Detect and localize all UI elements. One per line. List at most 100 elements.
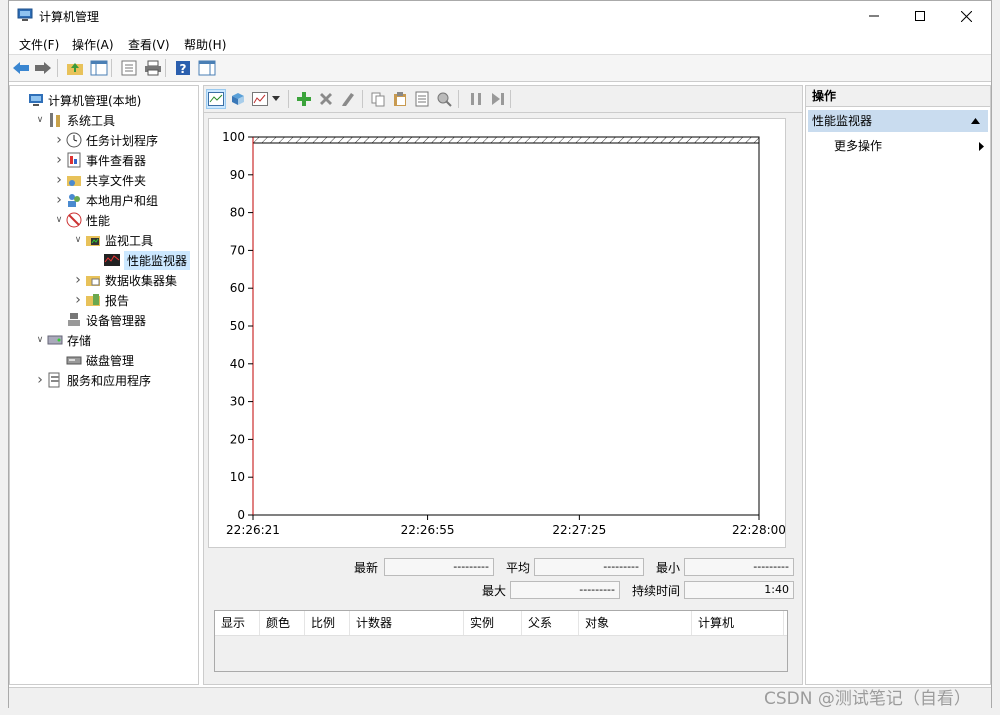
tree-item-label: 存储 [67, 333, 92, 348]
forward-button[interactable] [33, 58, 53, 78]
shared-folders-icon [67, 176, 81, 186]
paste-counter-list-button[interactable] [390, 89, 410, 109]
forward-arrow-icon [35, 62, 51, 74]
col-scale[interactable]: 比例 [305, 611, 350, 635]
menu-action[interactable]: 操作(A) [72, 36, 114, 53]
menu-help[interactable]: 帮助(H) [184, 36, 226, 53]
tree-item[interactable]: ∨ 系统工具 [33, 110, 115, 130]
counter-list[interactable]: 显示 颜色 比例 计数器 实例 父系 对象 计算机 [214, 610, 788, 672]
expand-chevron-icon[interactable]: › [71, 272, 85, 288]
copy-properties-button[interactable] [368, 89, 388, 109]
col-show[interactable]: 显示 [215, 611, 260, 635]
freeze-display-button[interactable] [466, 89, 486, 109]
tree-item[interactable]: › 共享文件夹 [52, 170, 146, 190]
chart-top-band [252, 136, 760, 144]
update-data-button[interactable] [488, 89, 508, 109]
x-tick-label: 22:26:55 [401, 523, 455, 537]
expand-chevron-icon[interactable]: › [52, 172, 66, 188]
minimize-icon [869, 15, 879, 17]
up-level-button[interactable] [65, 58, 85, 78]
collapse-chevron-icon[interactable]: ∨ [33, 115, 47, 125]
print-button[interactable] [143, 58, 163, 78]
add-counter-button[interactable] [294, 89, 314, 109]
y-tick-label: 30 [230, 395, 245, 409]
actions-section-label: 性能监视器 [812, 114, 873, 128]
minimize-button[interactable] [851, 1, 897, 31]
computer-management-icon [29, 94, 43, 106]
tree-item-label: 数据收集器集 [105, 273, 178, 288]
last-label: 最新 [354, 561, 379, 575]
disk-management-icon [66, 356, 82, 365]
expand-chevron-icon[interactable]: › [52, 132, 66, 148]
tree-item[interactable]: ∨ 性能 [52, 210, 110, 230]
tree-item[interactable]: 计算机管理(本地) [14, 90, 141, 110]
expand-chevron-icon[interactable]: › [33, 372, 47, 388]
more-actions-item[interactable]: 更多操作 [834, 136, 986, 156]
collapse-chevron-icon[interactable]: ∨ [33, 335, 47, 345]
action-pane-button[interactable] [197, 58, 217, 78]
y-tick-label: 10 [230, 470, 245, 484]
help-button[interactable]: ? [173, 58, 193, 78]
tree-item[interactable]: › 本地用户和组 [52, 190, 158, 210]
tree-item-label: 性能监视器 [124, 250, 191, 270]
minimum-label: 最小 [656, 561, 681, 575]
y-tick-label: 80 [230, 206, 245, 220]
change-graph-type-button[interactable] [250, 89, 270, 109]
tree-item-label: 监视工具 [105, 233, 154, 248]
tree-item[interactable]: › 报告 [71, 290, 129, 310]
y-tick-label: 100 [222, 130, 245, 144]
tree-item[interactable]: › 服务和应用程序 [33, 370, 151, 390]
graph-type-icon [252, 92, 268, 106]
back-button[interactable] [11, 58, 31, 78]
chart-view-icon [208, 92, 224, 106]
maximize-button[interactable] [897, 1, 943, 31]
menu-file[interactable]: 文件(F) [19, 36, 59, 53]
tree-item[interactable]: › 事件查看器 [52, 150, 146, 170]
properties-button[interactable] [119, 58, 139, 78]
col-color[interactable]: 颜色 [260, 611, 305, 635]
tree-item[interactable]: ∨ 监视工具 [71, 230, 153, 250]
tree-item[interactable]: › 数据收集器集 [71, 270, 177, 290]
view-current-activity-button[interactable] [206, 89, 226, 109]
highlight-button[interactable] [338, 89, 358, 109]
menu-bar: 文件(F) 操作(A) 查看(V) 帮助(H) [9, 32, 991, 55]
col-computer[interactable]: 计算机 [692, 611, 784, 635]
properties-perf-button[interactable] [412, 89, 432, 109]
magnifier-icon [437, 92, 452, 107]
show-hide-tree-button[interactable] [89, 58, 109, 78]
view-log-data-button[interactable] [228, 89, 248, 109]
actions-pane: 操作 性能监视器 更多操作 [805, 85, 991, 685]
tree-item-label: 系统工具 [67, 113, 116, 128]
col-instance[interactable]: 实例 [464, 611, 522, 635]
expand-chevron-icon[interactable]: › [71, 292, 85, 308]
expand-chevron-icon[interactable]: › [52, 192, 66, 208]
tree-item[interactable]: 设备管理器 [52, 310, 146, 330]
duration-label: 持续时间 [632, 584, 681, 598]
graph-type-dropdown[interactable] [270, 89, 282, 109]
printer-icon [145, 60, 161, 76]
expand-chevron-icon[interactable]: › [52, 152, 66, 168]
x-tick-label: 22:26:21 [226, 523, 280, 537]
actions-header: 操作 [806, 86, 990, 107]
collapse-chevron-icon[interactable]: ∨ [52, 215, 66, 225]
tree-item[interactable]: 性能监视器 [90, 250, 191, 270]
col-object[interactable]: 对象 [579, 611, 692, 635]
close-button[interactable] [943, 1, 989, 31]
col-counter[interactable]: 计数器 [350, 611, 464, 635]
y-tick-label: 50 [230, 319, 245, 333]
task-scheduler-icon [66, 132, 82, 148]
tree-item[interactable]: › 任务计划程序 [52, 130, 158, 150]
col-parent[interactable]: 父系 [522, 611, 579, 635]
delete-counter-button[interactable] [316, 89, 336, 109]
perf-toolbar [204, 86, 802, 113]
actions-section-perf-monitor[interactable]: 性能监视器 [808, 110, 988, 132]
tree-item[interactable]: 磁盘管理 [52, 350, 134, 370]
tree-item[interactable]: ∨ 存储 [33, 330, 91, 350]
menu-view[interactable]: 查看(V) [128, 36, 170, 53]
properties-page-icon [415, 91, 429, 107]
collapse-chevron-icon[interactable]: ∨ [71, 235, 85, 245]
pencil-icon [342, 93, 354, 106]
zoom-button[interactable] [434, 89, 454, 109]
more-actions-label: 更多操作 [834, 139, 883, 153]
submenu-arrow-icon [979, 142, 984, 151]
